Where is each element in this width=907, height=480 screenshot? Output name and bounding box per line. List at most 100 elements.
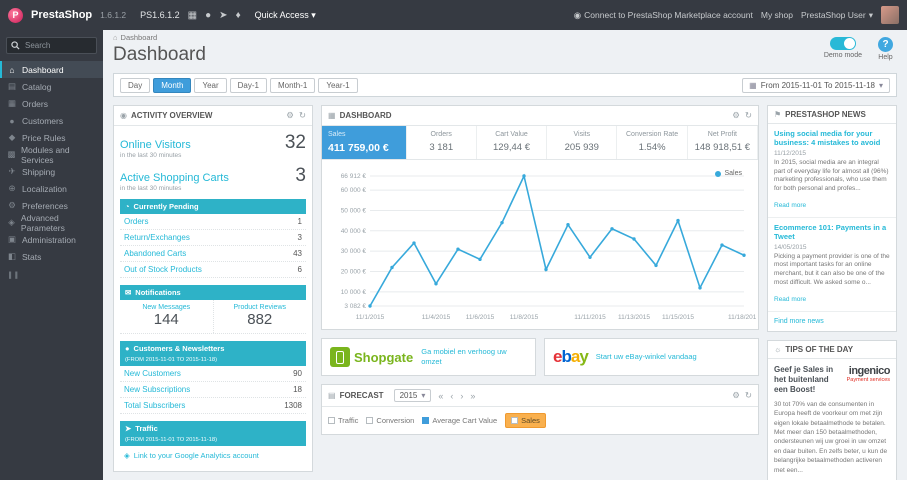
rocket-icon[interactable]: ➤ <box>219 10 227 21</box>
range-button-year-1[interactable]: Year-1 <box>318 77 358 93</box>
kpi-orders[interactable]: Orders 3 181 <box>407 126 477 159</box>
traffic-header: ➤ Traffic (FROM 2015-11-01 TO 2015-11-18… <box>120 421 306 446</box>
prev-page-icon[interactable]: ‹ <box>450 391 453 401</box>
breadcrumb-label: Dashboard <box>120 33 158 42</box>
next-page-icon[interactable]: › <box>460 391 463 401</box>
range-button-month-1[interactable]: Month-1 <box>269 77 316 93</box>
sidebar-item-stats[interactable]: ◧ Stats <box>0 248 103 265</box>
google-analytics-link[interactable]: ◈ Link to your Google Analytics account <box>120 446 306 465</box>
lightbulb-icon: ☼ <box>774 344 782 354</box>
range-button-day-1[interactable]: Day-1 <box>229 77 267 93</box>
forecast-legend-conversion[interactable]: Conversion <box>366 416 414 425</box>
range-button-year[interactable]: Year <box>194 77 227 93</box>
find-more-news-link[interactable]: Find more news <box>768 312 896 331</box>
last-page-icon[interactable]: » <box>470 391 475 401</box>
shop-name-link[interactable]: PS1.6.1.2 <box>140 10 180 20</box>
forecast-legend-traffic[interactable]: Traffic <box>328 416 358 425</box>
kpi-value: 3 181 <box>429 142 454 153</box>
kpi-visits[interactable]: Visits 205 939 <box>547 126 618 159</box>
quick-access-menu[interactable]: Quick Access ▾ <box>255 10 316 21</box>
sidebar-item-catalog[interactable]: ▤ Catalog <box>0 78 103 95</box>
ingenico-logo: ingenico Payment services <box>847 365 891 396</box>
shopgate-cta-link[interactable]: Ga mobiel en verhoog uw omzet <box>421 347 527 367</box>
sidebar-item-administration[interactable]: ▣ Administration <box>0 231 103 248</box>
ebay-letter: b <box>561 347 571 366</box>
prestashop-news-panel: ⚑ PRESTASHOP NEWS Using social media for… <box>767 105 897 332</box>
read-more-link[interactable]: Read more <box>774 296 806 303</box>
logo-text[interactable]: PrestaShop <box>31 9 92 21</box>
stat-row-return-exchanges[interactable]: Return/Exchanges 3 <box>120 230 306 246</box>
forecast-legend-average-cart-value[interactable]: Average Cart Value <box>422 416 497 425</box>
customers-newsletters-title: Customers & Newsletters <box>133 344 225 353</box>
forecast-legend-label: Traffic <box>338 416 359 425</box>
demo-mode-toggle[interactable] <box>829 37 856 50</box>
shopgate-promo[interactable]: Shopgate Ga mobiel en verhoog uw omzet <box>321 338 536 376</box>
gear-icon[interactable]: ⚙ <box>732 110 740 121</box>
kpi-value: 411 759,00 € <box>328 142 389 154</box>
prestashop-logo-icon[interactable]: P <box>8 7 23 23</box>
sidebar-item-price-rules[interactable]: ◆ Price Rules <box>0 129 103 146</box>
forecast-legend-sales[interactable]: Sales <box>505 413 546 428</box>
range-button-month[interactable]: Month <box>153 77 192 93</box>
sidebar-item-dashboard[interactable]: ⌂ Dashboard <box>0 61 103 78</box>
module-promos: Shopgate Ga mobiel en verhoog uw omzet e… <box>321 338 759 376</box>
refresh-icon[interactable]: ↻ <box>299 110 306 121</box>
read-more-link[interactable]: Read more <box>774 202 806 209</box>
chart-legend[interactable]: Sales <box>715 170 742 177</box>
sidebar-item-orders[interactable]: ▦ Orders <box>0 95 103 112</box>
kpi-net-profit[interactable]: Net Profit 148 918,51 € <box>688 126 758 159</box>
collapse-sidebar-button[interactable]: ▌▌ <box>0 273 103 279</box>
ebay-promo[interactable]: ebay Start uw eBay-winkel vandaag <box>544 338 759 376</box>
stat-row-value: 43 <box>293 249 302 258</box>
sidebar-search[interactable] <box>6 37 97 54</box>
stat-row-value: 18 <box>293 385 302 394</box>
kpi-conversion-rate[interactable]: Conversion Rate 1.54% <box>617 126 688 159</box>
trophy-icon[interactable]: ♦ <box>236 10 241 21</box>
customers-newsletters-header: ● Customers & Newsletters (FROM 2015-11-… <box>120 341 306 366</box>
stat-row-new-customers[interactable]: New Customers 90 <box>120 366 306 382</box>
sidebar-item-advanced-parameters[interactable]: ◈ Advanced Parameters <box>0 213 103 233</box>
notifications-icon: ✉ <box>125 288 132 297</box>
my-shop-link[interactable]: My shop <box>761 10 793 20</box>
employee-icon[interactable]: ● <box>205 10 211 21</box>
cart-icon[interactable]: ▦ <box>188 10 197 21</box>
sidebar-item-preferences[interactable]: ⚙ Preferences <box>0 197 103 214</box>
kpi-cart-value[interactable]: Cart Value 129,44 € <box>477 126 548 159</box>
active-carts-stat[interactable]: Active Shopping Carts 3 <box>120 165 306 187</box>
first-page-icon[interactable]: « <box>438 391 443 401</box>
user-menu[interactable]: PrestaShop User ▾ <box>801 10 873 21</box>
stat-row-out-of-stock-products[interactable]: Out of Stock Products 6 <box>120 262 306 278</box>
sidebar-item-localization[interactable]: ⊕ Localization <box>0 180 103 197</box>
year-select[interactable]: 2015 ▾ <box>393 389 432 402</box>
news-article-title[interactable]: Ecommerce 101: Payments in a Tweet <box>774 223 890 242</box>
sidebar-item-label: Administration <box>22 234 76 245</box>
sidebar-item-modules-and-services[interactable]: ▩ Modules and Services <box>0 145 103 165</box>
user-avatar[interactable] <box>881 6 899 24</box>
stat-row-total-subscribers[interactable]: Total Subscribers 1308 <box>120 398 306 414</box>
svg-text:11/4/2015: 11/4/2015 <box>422 314 451 321</box>
modules-icon: ▩ <box>7 149 16 159</box>
online-visitors-label: Online Visitors <box>120 139 191 151</box>
online-visitors-stat[interactable]: Online Visitors 32 <box>120 132 306 154</box>
refresh-icon[interactable]: ↻ <box>745 390 752 401</box>
kpi-sales[interactable]: Sales 411 759,00 € <box>322 126 407 159</box>
news-article-title[interactable]: Using social media for your business: 4 … <box>774 129 890 148</box>
marketplace-link[interactable]: ◉ Connect to PrestaShop Marketplace accou… <box>574 10 753 21</box>
sidebar-item-customers[interactable]: ● Customers <box>0 112 103 129</box>
gear-icon[interactable]: ⚙ <box>732 390 740 401</box>
kpi-label: Conversion Rate <box>626 131 679 138</box>
ebay-cta-link[interactable]: Start uw eBay-winkel vandaag <box>596 352 697 362</box>
stat-row-new-subscriptions[interactable]: New Subscriptions 18 <box>120 382 306 398</box>
new-messages-cell[interactable]: New Messages 144 <box>120 300 214 333</box>
stat-row-abandoned-carts[interactable]: Abandoned Carts 43 <box>120 246 306 262</box>
gear-icon[interactable]: ⚙ <box>286 110 294 121</box>
date-range-picker[interactable]: ▦ From 2015-11-01 To 2015-11-18 ▾ <box>742 77 890 93</box>
svg-text:20 000 €: 20 000 € <box>341 269 367 276</box>
range-button-day[interactable]: Day <box>120 77 151 93</box>
product-reviews-cell[interactable]: Product Reviews 882 <box>214 300 307 333</box>
refresh-icon[interactable]: ↻ <box>745 110 752 121</box>
sidebar-item-shipping[interactable]: ✈ Shipping <box>0 163 103 180</box>
help-icon[interactable]: ? <box>878 37 893 52</box>
search-input[interactable] <box>23 40 93 51</box>
stat-row-orders[interactable]: Orders 1 <box>120 214 306 230</box>
